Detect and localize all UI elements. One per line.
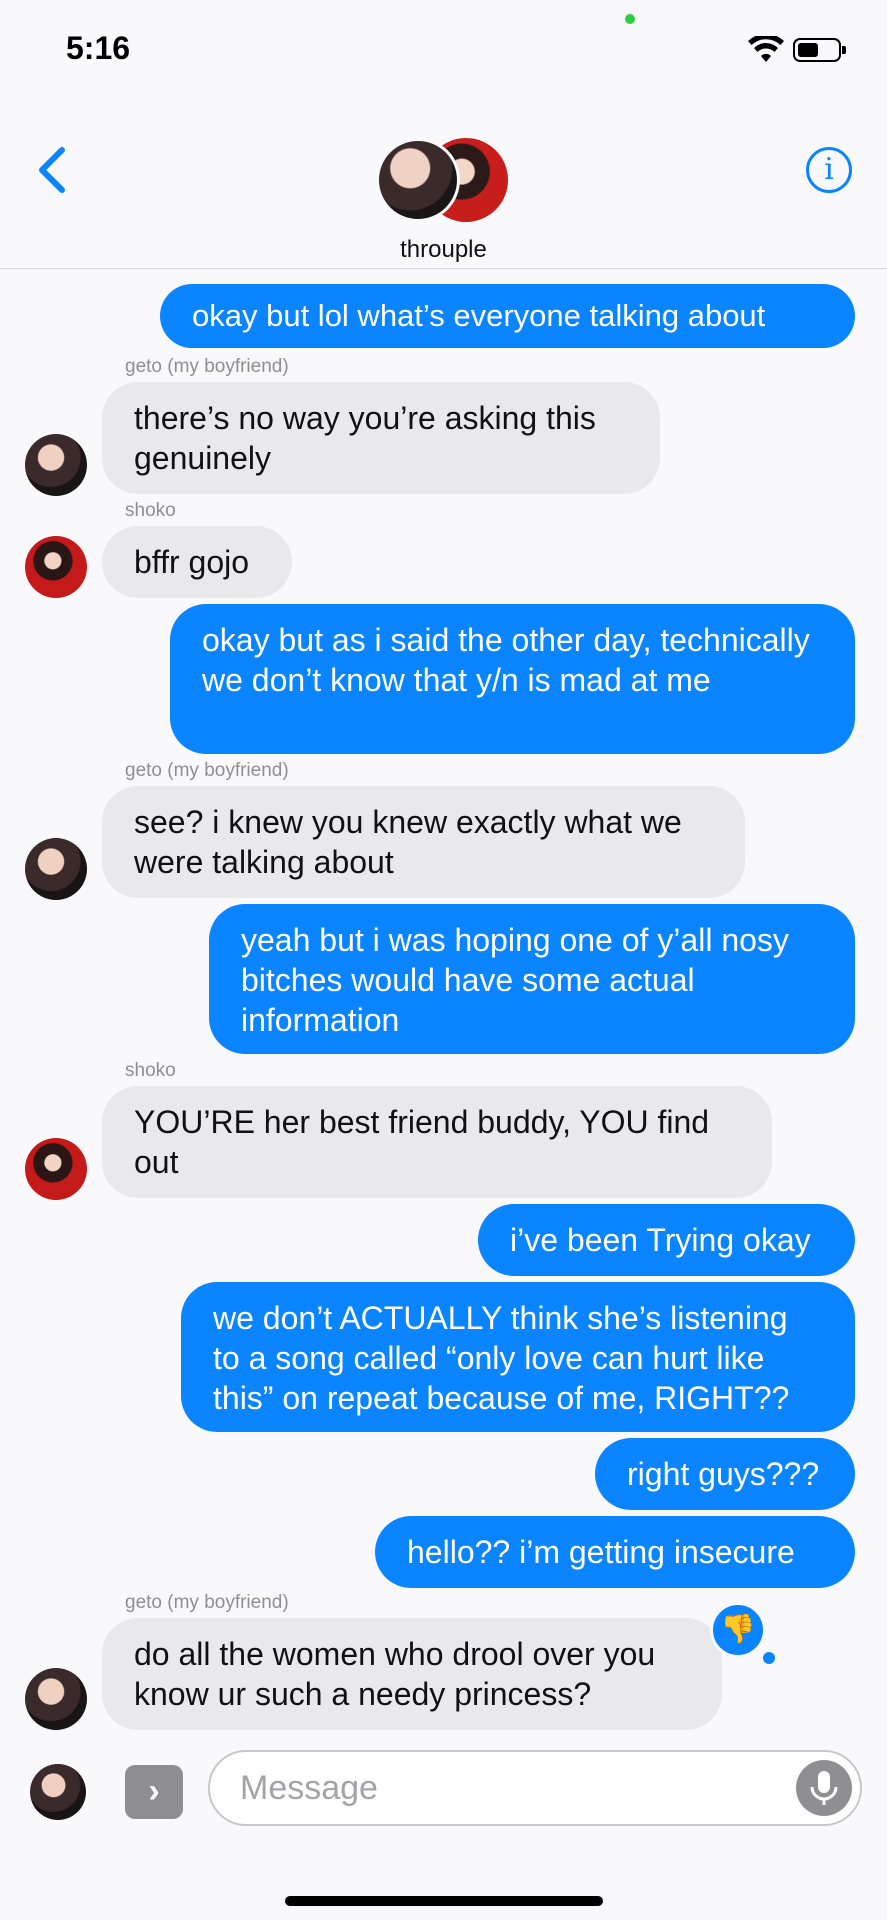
- incoming-message[interactable]: do all the women who drool over you know…: [102, 1618, 722, 1730]
- sender-name: shoko: [125, 1060, 176, 1081]
- sender-name: geto (my boyfriend): [125, 356, 289, 377]
- outgoing-message[interactable]: yeah but i was hoping one of y’all nosy …: [209, 904, 855, 1054]
- incoming-message[interactable]: see? i knew you knew exactly what we wer…: [102, 786, 745, 898]
- outgoing-message[interactable]: okay but as i said the other day, techni…: [170, 604, 855, 754]
- message-list[interactable]: okay but lol what’s everyone talking abo…: [0, 270, 887, 1740]
- wifi-icon: [748, 36, 784, 62]
- info-button[interactable]: i: [806, 147, 852, 193]
- tapback-tail: [763, 1652, 775, 1664]
- avatar-geto[interactable]: [25, 1668, 87, 1730]
- home-indicator[interactable]: [285, 1896, 603, 1906]
- group-name[interactable]: throuple: [0, 236, 887, 264]
- status-time: 5:16: [66, 30, 131, 66]
- back-chevron-icon[interactable]: [30, 140, 80, 200]
- outgoing-message[interactable]: right guys???: [595, 1438, 855, 1510]
- outgoing-message[interactable]: hello?? i’m getting insecure: [375, 1516, 855, 1588]
- incoming-message[interactable]: bffr gojo: [102, 526, 292, 598]
- status-bar: 5:16: [0, 0, 887, 100]
- thumbs-down-icon[interactable]: 👎: [710, 1602, 766, 1658]
- battery-icon: [793, 38, 846, 62]
- outgoing-message[interactable]: i’ve been Trying okay: [478, 1204, 855, 1276]
- apps-expand-button[interactable]: ›: [125, 1765, 183, 1819]
- incoming-message[interactable]: YOU’RE her best friend buddy, YOU find o…: [102, 1086, 772, 1198]
- incoming-message[interactable]: there’s no way you’re asking this genuin…: [102, 382, 660, 494]
- sender-name: geto (my boyfriend): [125, 760, 289, 781]
- avatar-shoko[interactable]: [25, 536, 87, 598]
- sender-name: geto (my boyfriend): [125, 1592, 289, 1613]
- outgoing-message[interactable]: okay but lol what’s everyone talking abo…: [160, 284, 855, 348]
- conversation-header: throuple i: [0, 100, 887, 269]
- avatar-geto[interactable]: [25, 838, 87, 900]
- avatar-shoko[interactable]: [25, 1138, 87, 1200]
- group-avatar[interactable]: [376, 138, 510, 224]
- avatar-geto[interactable]: [25, 434, 87, 496]
- message-placeholder: Message: [240, 1769, 378, 1807]
- camera-indicator-icon: [625, 14, 635, 24]
- my-avatar[interactable]: [30, 1764, 86, 1820]
- message-input[interactable]: Message: [208, 1750, 862, 1826]
- sender-name: shoko: [125, 500, 176, 521]
- microphone-icon[interactable]: [796, 1760, 852, 1816]
- outgoing-message[interactable]: we don’t ACTUALLY think she’s listening …: [181, 1282, 855, 1432]
- composer-bar: › Message: [0, 1740, 887, 1920]
- member-avatar-geto: [376, 138, 460, 222]
